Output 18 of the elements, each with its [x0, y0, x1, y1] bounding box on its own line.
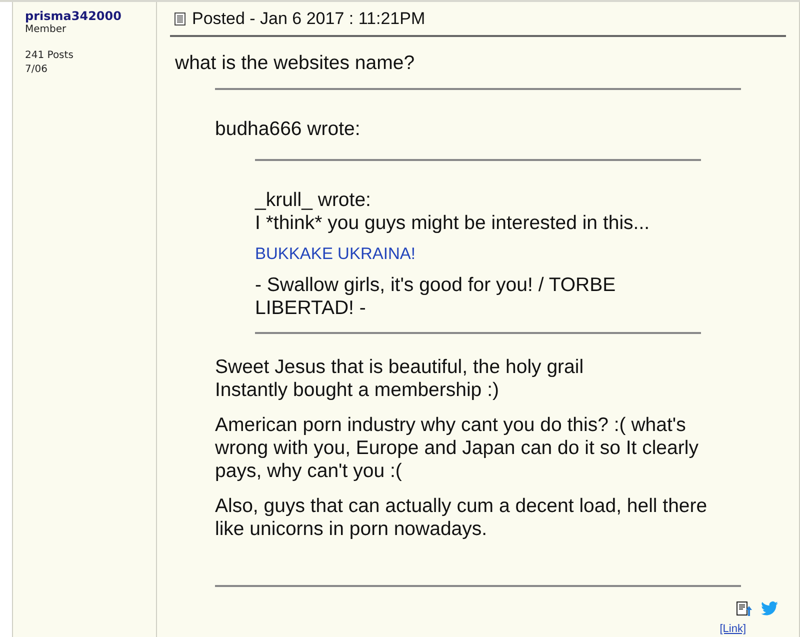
quote-text: I *think* you guys might be interested in this...: [255, 212, 651, 235]
document-arrow-icon[interactable]: [736, 601, 752, 617]
post-count: 241 Posts: [25, 49, 74, 63]
permalink[interactable]: [Link]: [720, 623, 746, 635]
bird-icon[interactable]: [761, 601, 778, 616]
member-rank: Member: [25, 23, 68, 37]
message-text: what is the websites name?: [175, 52, 416, 75]
author-name[interactable]: prisma342000: [25, 9, 156, 23]
post-date: Posted - Jan 6 2017 : 11:21PM: [192, 9, 426, 29]
quote-paragraph: Also, guys that can actually cum a decent load, hell there like unicorns in porn nowadays.: [215, 495, 708, 541]
quote-link[interactable]: BUKKAKE UKRAINA!: [255, 245, 416, 263]
quote-paragraph: American porn industry why cant you do this? :( what's wrong with you, Europe and Japan can do it so It clearly pays, why can't you :(: [215, 414, 700, 483]
join-date: 7/06: [25, 63, 48, 77]
quote-author: budha666 wrote:: [215, 118, 362, 141]
quote-text: - Swallow girls, it's good for you! / TORBE LIBERTAD! -: [255, 274, 617, 320]
quote-author: _krull_ wrote:: [255, 189, 372, 212]
quote-paragraph: Sweet Jesus that is beautiful, the holy grail Instantly bought a membership :): [215, 356, 585, 402]
document-icon: [174, 12, 186, 26]
